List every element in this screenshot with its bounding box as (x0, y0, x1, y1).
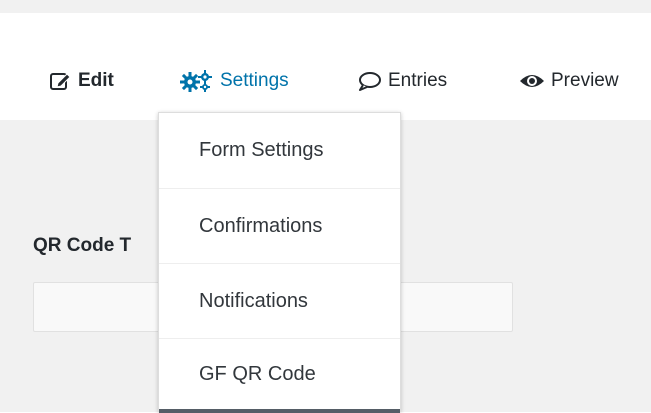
form-toolbar: Edit Settings Entries Preview (0, 13, 651, 133)
gears-icon (180, 70, 214, 92)
menu-item-notifications[interactable]: Notifications (159, 263, 400, 338)
settings-dropdown-menu: Form Settings Confirmations Notification… (158, 112, 401, 413)
tab-settings-label: Settings (220, 70, 289, 91)
eye-icon (519, 72, 545, 90)
tab-preview[interactable]: Preview (519, 66, 619, 96)
tab-preview-label: Preview (551, 70, 619, 91)
field-label: QR Code T (33, 235, 132, 256)
edit-icon (50, 71, 72, 91)
tab-entries[interactable]: Entries (358, 66, 447, 96)
tab-edit-label: Edit (78, 70, 114, 91)
top-strip (0, 0, 651, 13)
tab-settings[interactable]: Settings (180, 66, 289, 96)
tab-entries-label: Entries (388, 70, 448, 91)
menu-item-form-settings[interactable]: Form Settings (159, 113, 400, 188)
menu-item-gf-qr-code[interactable]: GF QR Code (159, 338, 400, 413)
tab-edit[interactable]: Edit (50, 66, 114, 96)
comment-icon (358, 71, 382, 91)
menu-item-confirmations[interactable]: Confirmations (159, 188, 400, 263)
